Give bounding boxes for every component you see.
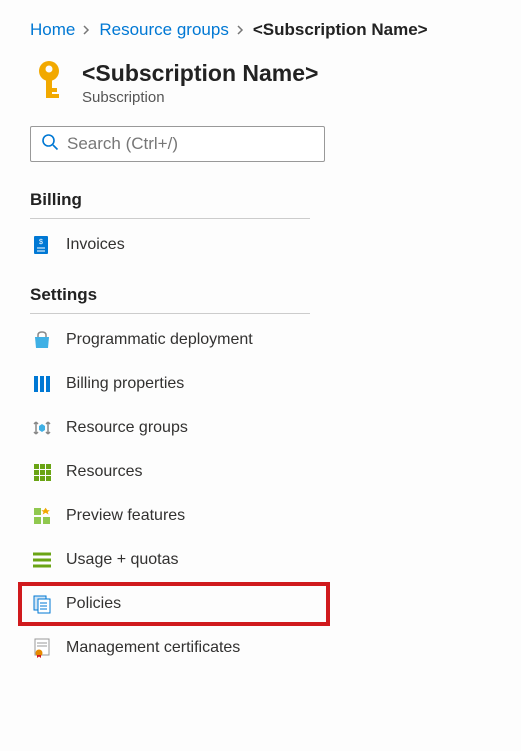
resources-icon [32,462,52,482]
breadcrumb-home[interactable]: Home [30,20,75,40]
sidebar-item-resource-groups[interactable]: Resource groups [30,406,310,450]
breadcrumb-current: <Subscription Name> [253,20,428,40]
invoice-icon: $ [32,235,52,255]
sidebar-item-preview-features[interactable]: Preview features [30,494,310,538]
sidebar-item-label: Usage + quotas [66,551,179,569]
page-subtitle: Subscription [82,89,318,106]
sidebar-item-label: Management certificates [66,639,240,657]
chevron-right-icon [237,22,245,38]
sidebar-item-label: Invoices [66,236,125,254]
sidebar-item-label: Policies [66,595,121,613]
sidebar-item-label: Billing properties [66,375,184,393]
properties-icon [32,374,52,394]
section-settings: Settings Programmatic deployment Billing… [0,285,330,670]
section-billing: Billing $ Invoices [0,190,330,267]
resource-group-icon [32,418,52,438]
svg-text:$: $ [39,239,43,246]
bag-icon [32,330,52,350]
breadcrumb-resource-groups[interactable]: Resource groups [99,20,228,40]
sidebar-item-policies[interactable]: Policies [18,582,330,626]
certificate-icon [32,638,52,658]
chevron-right-icon [83,22,91,38]
policies-icon [32,594,52,614]
section-title-billing: Billing [30,190,310,219]
page-header: <Subscription Name> Subscription [0,60,521,106]
section-title-settings: Settings [30,285,310,314]
usage-icon [32,550,52,570]
sidebar-item-label: Resource groups [66,419,188,437]
search-icon [41,133,59,155]
sidebar-item-programmatic-deployment[interactable]: Programmatic deployment [30,318,310,362]
sidebar-item-invoices[interactable]: $ Invoices [30,223,310,267]
key-icon [32,60,66,104]
sidebar-item-resources[interactable]: Resources [30,450,310,494]
breadcrumb: Home Resource groups <Subscription Name> [0,20,521,40]
sidebar-item-label: Programmatic deployment [66,331,253,349]
preview-icon [32,506,52,526]
sidebar-item-label: Resources [66,463,142,481]
sidebar-item-management-certificates[interactable]: Management certificates [30,626,310,670]
search-box[interactable] [30,126,325,162]
page-title: <Subscription Name> [82,60,318,87]
sidebar-item-billing-properties[interactable]: Billing properties [30,362,310,406]
search-input[interactable] [67,134,314,154]
sidebar-item-label: Preview features [66,507,185,525]
sidebar-item-usage-quotas[interactable]: Usage + quotas [30,538,310,582]
